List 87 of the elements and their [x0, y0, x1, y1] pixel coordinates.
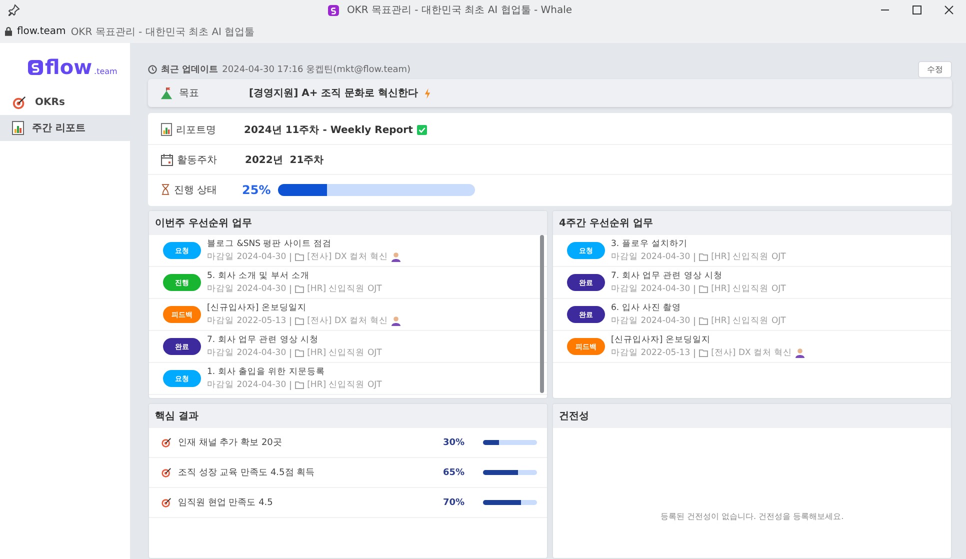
progress-percent: 25%: [242, 182, 272, 196]
flag-icon: [160, 86, 173, 100]
due-date: 마감일 2022-05-13: [207, 314, 286, 328]
activity-week: 2022년 21주차: [245, 154, 324, 166]
sidebar-item[interactable]: OKRs: [0, 89, 130, 115]
key-result-percent: 65%: [443, 468, 466, 478]
panel-title: 4주간 우선순위 업무: [559, 217, 653, 230]
logo-text: flow: [45, 57, 92, 77]
folder-icon: [295, 253, 304, 261]
task-title[interactable]: 7. 회사 업무 관련 영상 시청: [207, 334, 382, 346]
panel-title: 이번주 우선순위 업무: [155, 217, 252, 230]
folder-icon: [295, 381, 304, 389]
folder-icon: [699, 317, 708, 325]
task-title[interactable]: 6. 입사 사진 촬영: [611, 302, 786, 314]
edit-button[interactable]: 수정: [918, 60, 952, 78]
due-date: 마감일 2024-04-30: [611, 314, 690, 328]
person-icon: [391, 316, 402, 326]
folder-icon: [699, 285, 708, 293]
target-icon: [161, 437, 172, 448]
check-icon: [416, 124, 427, 134]
window-title: OKR 목표관리 - 대한민국 최초 AI 협업툴 - Whale: [346, 4, 572, 17]
project-name: [전사] DX 컬처 혁신: [307, 314, 388, 328]
page-title: OKR 목표관리 - 대한민국 최초 AI 협업툴: [70, 26, 255, 38]
project-name: [HR] 신입직원 OJT: [711, 314, 786, 328]
key-result-percent: 70%: [443, 498, 466, 508]
report-name: 2024년 11주차 - Weekly Report: [244, 124, 413, 136]
folder-icon: [295, 349, 304, 357]
due-date: 마감일 2024-04-30: [207, 250, 286, 264]
key-result-percent: 30%: [443, 438, 466, 448]
folder-icon: [699, 349, 708, 357]
task-title[interactable]: [신규입사자] 온보딩일지: [207, 302, 402, 314]
lightning-icon: [424, 88, 432, 98]
lock-icon: [5, 27, 12, 36]
pin-icon[interactable]: [8, 4, 20, 16]
report-icon: [161, 123, 172, 136]
maximize-icon[interactable]: [912, 5, 922, 15]
task-title[interactable]: [신규입사자] 온보딩일지: [611, 334, 806, 346]
due-date: 마감일 2024-04-30: [611, 250, 690, 264]
close-icon[interactable]: [944, 5, 954, 15]
app-logo-icon: [328, 4, 339, 16]
calendar-icon: [161, 154, 173, 166]
folder-icon: [295, 317, 304, 325]
logo-icon: [28, 60, 43, 74]
project-name: [전사] DX 컬처 혁신: [307, 250, 388, 264]
field-label: 리포트명: [176, 124, 217, 136]
sidebar-item[interactable]: 주간 리포트: [0, 115, 130, 141]
project-name: [전사] DX 컬처 혁신: [711, 346, 792, 360]
report-icon: [12, 121, 24, 135]
field-label: 진행 상태: [174, 184, 218, 196]
project-name: [HR] 신입직원 OJT: [307, 378, 382, 392]
project-name: [HR] 신입직원 OJT: [307, 282, 382, 296]
due-date: 마감일 2024-04-30: [207, 378, 286, 392]
task-title[interactable]: 블로그 &SNS 평판 사이트 점검: [207, 238, 402, 250]
task-title[interactable]: 1. 회사 출입을 위한 지문등록: [207, 366, 382, 378]
empty-message: 등록된 건전성이 없습니다. 건전성을 등록해보세요.: [660, 511, 844, 522]
project-name: [HR] 신입직원 OJT: [711, 282, 786, 296]
key-result-label[interactable]: 임직원 현업 만족도 4.5: [178, 496, 437, 509]
project-name: [HR] 신입직원 OJT: [307, 346, 382, 360]
person-icon: [391, 252, 402, 262]
task-title[interactable]: 3. 플로우 설치하기: [611, 238, 786, 250]
update-info: 2024-04-30 17:16 웅켑틴(mkt@flow.team): [222, 64, 411, 76]
target-icon: [161, 497, 172, 508]
task-title[interactable]: 5. 회사 소개 및 부서 소개: [207, 270, 382, 282]
target-icon: [12, 94, 27, 110]
folder-icon: [295, 285, 304, 293]
clock-icon: [148, 64, 157, 74]
due-date: 마감일 2024-04-30: [611, 282, 690, 296]
panel-title: 핵심 결과: [155, 410, 198, 423]
due-date: 마감일 2024-04-30: [207, 282, 286, 296]
logo-suffix: .team: [94, 67, 118, 76]
hourglass-icon: [161, 184, 170, 195]
due-date: 마감일 2022-05-13: [611, 346, 690, 360]
update-label: 최근 업데이트: [161, 64, 218, 76]
field-label: 활동주차: [177, 154, 218, 166]
target-icon: [161, 467, 172, 478]
key-result-label[interactable]: 조직 성장 교육 만족도 4.5점 획득: [178, 466, 437, 479]
task-title[interactable]: 7. 회사 업무 관련 영상 시청: [611, 270, 786, 282]
folder-icon: [699, 253, 708, 261]
objective-title: [경영지원] A+ 조직 문화로 혁신한다: [249, 87, 418, 100]
scrollbar[interactable]: [540, 235, 544, 393]
key-result-label[interactable]: 인재 채널 추가 확보 20곳: [178, 436, 437, 449]
due-date: 마감일 2024-04-30: [207, 346, 286, 360]
project-name: [HR] 신입직원 OJT: [711, 250, 786, 264]
address-domain[interactable]: flow.team: [17, 26, 66, 37]
objective-label: 목표: [179, 87, 200, 100]
person-icon: [795, 348, 806, 358]
panel-title: 건전성: [559, 410, 589, 423]
